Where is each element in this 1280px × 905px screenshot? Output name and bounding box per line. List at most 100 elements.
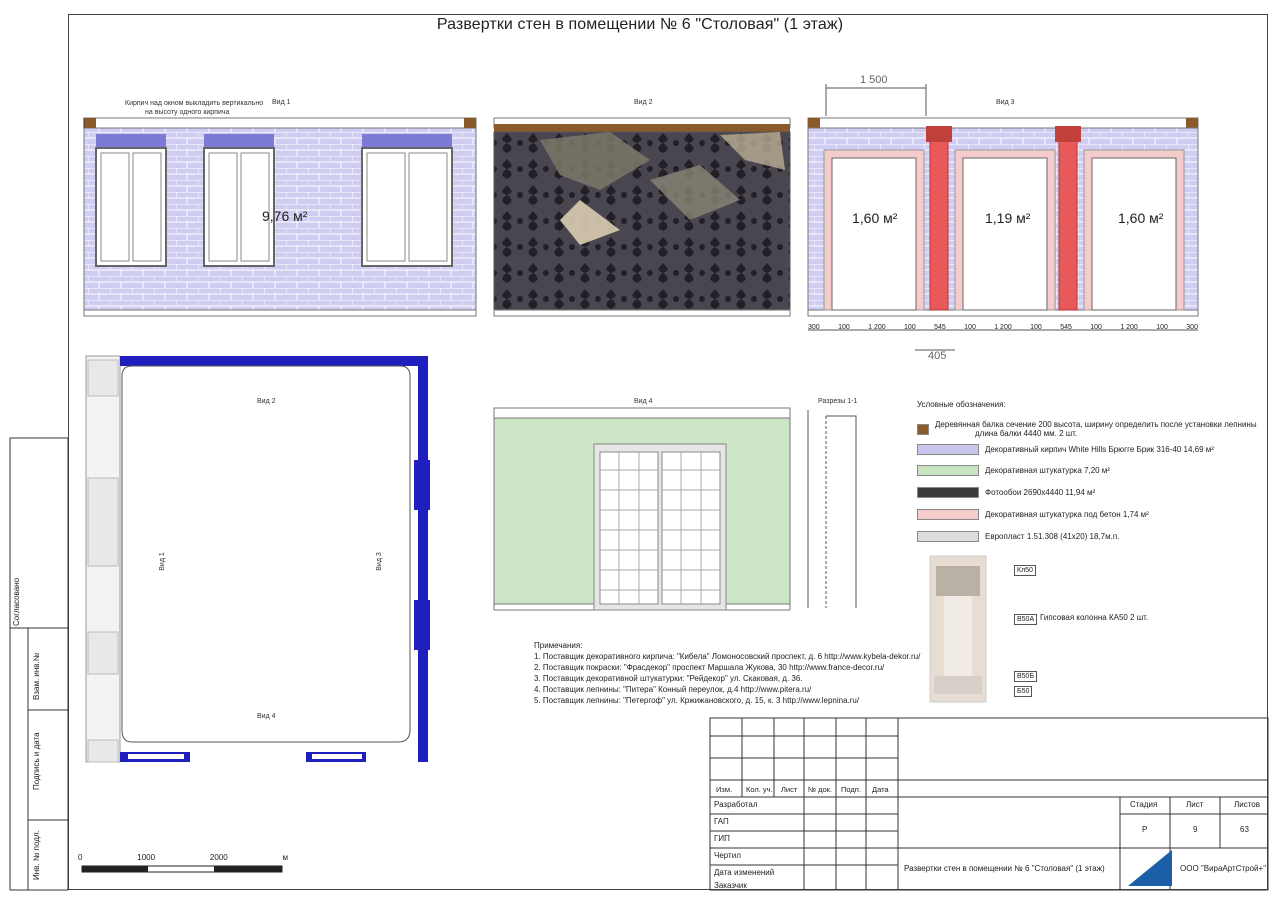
stamp-row: ГИП (714, 834, 730, 843)
stamp-row: Разработал (714, 800, 758, 809)
view-3-dim-405: 405 (928, 350, 947, 362)
stamp-row: Чертил (714, 851, 741, 860)
legend-line: Фотообои 2690x4440 11,94 м² (985, 488, 1096, 497)
side-agreed: Согласовано (12, 577, 21, 626)
legend-item: Фотообои 2690x4440 11,94 м² (917, 487, 1095, 498)
stamp-col: № док. (808, 785, 833, 794)
section-label: Разрезы 1-1 (818, 398, 858, 405)
sheets-header: Листов (1234, 800, 1260, 809)
view-4 (493, 407, 791, 611)
legend-line: Декоративный кирпич White Hills Брюгге Б… (985, 445, 1214, 454)
view-3-label: Вид 3 (996, 99, 1015, 106)
dim-label: 1 200 (1120, 324, 1138, 331)
legend-text: Декоративный кирпич White Hills Брюгге Б… (985, 445, 1214, 454)
legend-swatch (917, 423, 929, 435)
legend-swatch (917, 465, 979, 476)
note-line: 3. Поставщик декоративной штукатурки: "Р… (534, 674, 803, 683)
view-1-note2: на высоту одного кирпича (145, 109, 230, 116)
scale-label: 2000 (209, 853, 228, 862)
note-line: 2. Поставщик покраски: "Фрасдекор" просп… (534, 663, 885, 672)
scale-label: 1000 (137, 853, 156, 862)
stamp-row: ГАП (714, 817, 729, 826)
legend-swatch (917, 509, 979, 520)
legend-line: Деревянная балка сечение 200 высота, шир… (935, 420, 1257, 429)
plan-vid-1: Вид 1 (158, 552, 166, 571)
dim-label: 545 (1060, 324, 1072, 331)
dim-label: 100 (964, 324, 976, 331)
dim-label: 100 (1156, 324, 1168, 331)
legend-line: длина балки 4440 мм. 2 шт. (975, 429, 1078, 438)
dim-label: 1 200 (868, 324, 886, 331)
dim-label: 100 (838, 324, 850, 331)
dim-label: 300 (1186, 324, 1198, 331)
view-3-area-1: 1,60 м² (852, 210, 898, 226)
legend-text: Европласт 1.51.308 (41x20) 18,7м.п. (985, 532, 1119, 541)
view-4-label: Вид 4 (634, 398, 653, 405)
stamp-col: Дата (872, 785, 889, 794)
stamp-col: Кол. уч. (746, 785, 773, 794)
legend-swatch (917, 487, 979, 498)
note-line: 4. Поставщик лепнины: "Питера" Конный пе… (534, 685, 812, 694)
legend-swatch (917, 531, 979, 542)
column-tag: В50А (1014, 614, 1038, 625)
legend-text: Декоративная штукатурка 7,20 м² (985, 466, 1110, 475)
notes: Примечания: 1. Поставщик декоративного к… (534, 640, 920, 706)
note-line: 1. Поставщик декоративного кирпича: "Киб… (534, 652, 921, 661)
legend-line: Декоративная штукатурка под бетон 1,74 м… (985, 510, 1149, 519)
note-line: 5. Поставщик лепнины: "Петергоф" ул. Крж… (534, 696, 860, 705)
column-tag: Кл50 (1014, 565, 1036, 576)
dim-label: 100 (1090, 324, 1102, 331)
plan-vid-3: Вид 3 (375, 552, 383, 571)
dim-label: 1 200 (994, 324, 1012, 331)
legend-text: Фотообои 2690x4440 11,94 м² (985, 488, 1095, 497)
legend-line: Декоративная штукатурка 7,20 м² (985, 466, 1110, 475)
legend-item: Декоративный кирпич White Hills Брюгге Б… (917, 444, 1214, 455)
view-1-label: Вид 1 (272, 99, 291, 106)
view-2-label: Вид 2 (634, 99, 653, 106)
section-1-1 (807, 410, 857, 608)
view-1-area: 9,76 м² (262, 208, 308, 224)
column-tag: В50Б (1014, 671, 1038, 682)
dim-label: 300 (808, 324, 820, 331)
scale-label: м (282, 853, 288, 862)
view-2 (493, 117, 791, 317)
stamp-caption: Развертки стен в помещении № 6 "Столовая… (904, 864, 1105, 873)
view-1-note: Кирпич над окном выкладить вертикально (125, 100, 264, 107)
scale-bar (81, 865, 283, 873)
view-3-area-2: 1,19 м² (985, 210, 1031, 226)
dim-label: 100 (1030, 324, 1042, 331)
sheets-value: 63 (1240, 825, 1249, 834)
legend-item: Декоративная штукатурка под бетон 1,74 м… (917, 509, 1149, 520)
stamp-row: Дата изменений (714, 868, 775, 877)
stage-header: Стадия (1130, 800, 1158, 809)
stamp-col: Изм. (716, 785, 733, 794)
plan-vid-2: Вид 2 (257, 398, 276, 405)
notes-title: Примечания: (534, 641, 583, 650)
legend-item: Деревянная балка сечение 200 высота, шир… (917, 420, 1257, 438)
legend-swatch (917, 444, 979, 455)
notes-lines: 1. Поставщик декоративного кирпича: "Киб… (534, 651, 920, 706)
legend-line: Европласт 1.51.308 (41x20) 18,7м.п. (985, 532, 1120, 541)
view-3-area-3: 1,60 м² (1118, 210, 1164, 226)
stamp-col: Подп. (841, 785, 861, 794)
column-sample (929, 555, 987, 703)
legend-text: Декоративная штукатурка под бетон 1,74 м… (985, 510, 1149, 519)
scale-labels: 0 1000 2000 м (78, 853, 288, 862)
stamp-row: Заказчик (714, 881, 747, 890)
view-3-top-dim: 1 500 (860, 74, 888, 86)
legend-item: Европласт 1.51.308 (41x20) 18,7м.п. (917, 531, 1119, 542)
legend-title: Условные обозначения: (917, 400, 1006, 409)
side-sign: Подпись и дата (32, 732, 41, 790)
column-caption: Гипсовая колонна КА50 2 шт. (1040, 613, 1149, 622)
company-logo (1128, 850, 1172, 886)
sheet-header: Лист (1186, 800, 1204, 809)
dim-label: 545 (934, 324, 946, 331)
legend-text: Деревянная балка сечение 200 высота, шир… (935, 420, 1257, 438)
view-3-bottom-dims: 300 100 1 200 100 545 100 1 200 100 545 100 1 200 1… (808, 324, 1198, 331)
stage-value: Р (1142, 825, 1148, 834)
side-inv: Взам. инв.№ (32, 652, 41, 700)
stamp-col: Лист (781, 785, 798, 794)
company-name: ООО "ВираАртСтрой+" (1180, 864, 1267, 873)
legend-item: Декоративная штукатурка 7,20 м² (917, 465, 1110, 476)
plan-vid-4: Вид 4 (257, 713, 276, 720)
